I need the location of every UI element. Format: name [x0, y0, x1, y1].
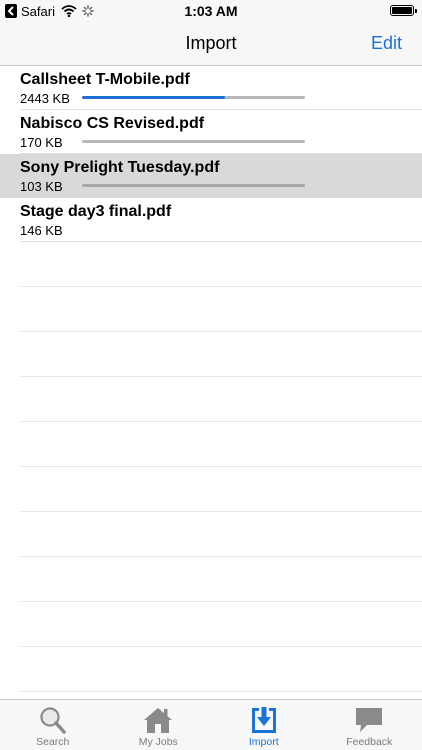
magnifier-icon: [40, 707, 66, 734]
tab-my-jobs[interactable]: My Jobs: [106, 700, 212, 750]
file-row-selected[interactable]: Sony Prelight Tuesday.pdf 103 KB: [0, 154, 422, 198]
file-row[interactable]: Nabisco CS Revised.pdf 170 KB: [20, 110, 422, 154]
download-progress-bar: [82, 96, 305, 99]
tab-label: Import: [248, 736, 279, 748]
file-row[interactable]: Stage day3 final.pdf 146 KB: [20, 198, 422, 242]
tab-search[interactable]: Search: [0, 700, 106, 750]
status-time: 1:03 AM: [184, 3, 238, 19]
tab-import[interactable]: Import: [211, 700, 317, 750]
file-list: Callsheet T-Mobile.pdf 2443 KB Nabisco C…: [0, 66, 422, 692]
battery-icon: [390, 5, 417, 16]
download-progress-bar: [82, 140, 305, 143]
file-name: Sony Prelight Tuesday.pdf: [20, 159, 220, 176]
navigation-bar: Import Edit: [0, 22, 422, 66]
file-name: Callsheet T-Mobile.pdf: [20, 71, 190, 88]
tab-bar: Search My Jobs Import Feedback: [0, 699, 422, 750]
empty-row: [20, 377, 422, 422]
download-progress-fill: [82, 96, 225, 99]
status-bar: Safari 1:03 AM: [0, 0, 422, 22]
file-name: Nabisco CS Revised.pdf: [20, 115, 205, 132]
house-icon: [144, 708, 173, 733]
empty-row: [20, 602, 422, 647]
download-progress-bar: [82, 184, 305, 187]
tab-label: My Jobs: [138, 736, 178, 748]
tab-label: Feedback: [346, 736, 393, 748]
file-size: 103 KB: [20, 179, 63, 194]
empty-row: [20, 287, 422, 332]
empty-row: [20, 557, 422, 602]
empty-row: [20, 332, 422, 377]
tab-label: Search: [36, 736, 70, 748]
file-size: 170 KB: [20, 135, 63, 150]
speech-bubble-icon: [356, 708, 383, 732]
empty-row: [20, 647, 422, 692]
empty-row: [20, 467, 422, 512]
empty-row: [20, 242, 422, 287]
page-title: Import: [185, 33, 237, 53]
empty-row: [20, 512, 422, 557]
empty-row: [20, 422, 422, 467]
file-name: Stage day3 final.pdf: [20, 203, 172, 220]
file-size: 146 KB: [20, 223, 63, 238]
file-size: 2443 KB: [20, 91, 70, 106]
edit-button[interactable]: Edit: [371, 33, 402, 54]
file-row[interactable]: Callsheet T-Mobile.pdf 2443 KB: [20, 66, 422, 110]
import-icon: [251, 707, 276, 733]
tab-feedback[interactable]: Feedback: [317, 700, 422, 750]
